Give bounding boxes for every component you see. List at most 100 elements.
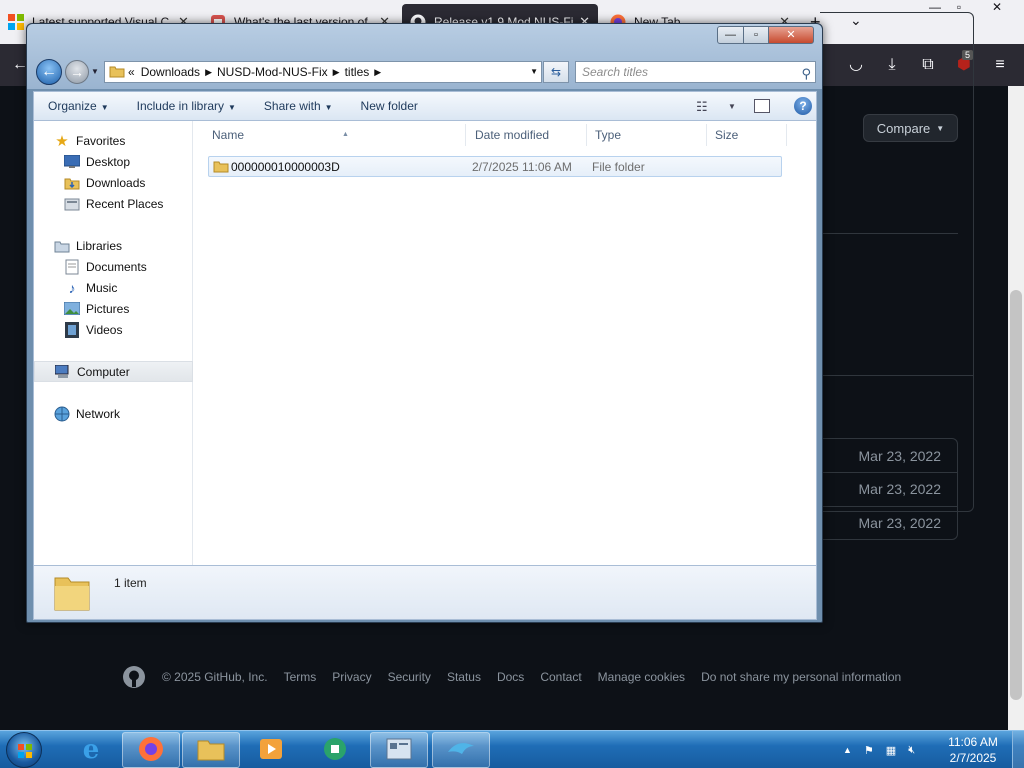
nav-desktop[interactable]: Desktop <box>34 151 193 172</box>
volume-muted-icon[interactable]: 🔇︎ <box>908 744 915 757</box>
back-button[interactable]: ← <box>36 59 62 85</box>
nav-network[interactable]: Network <box>34 403 193 424</box>
close-icon[interactable]: ✕ <box>982 0 1012 18</box>
search-input[interactable]: Search titles ⚲ <box>575 61 816 83</box>
address-overflow[interactable]: « <box>128 65 135 79</box>
column-header-name[interactable]: Name ▲ <box>204 124 466 146</box>
dolphin-taskbar-button[interactable] <box>432 732 490 768</box>
explorer-minimize-button[interactable]: — <box>717 26 744 44</box>
breadcrumb-arrow-icon[interactable]: ▶ <box>374 67 381 78</box>
footer-link-manage-cookies[interactable]: Manage cookies <box>598 670 685 684</box>
media-player-icon <box>258 736 284 765</box>
firefox-taskbar-button[interactable] <box>122 732 180 768</box>
help-icon[interactable]: ? <box>794 97 812 115</box>
copyright-text: © 2025 GitHub, Inc. <box>162 670 268 684</box>
chevron-down-icon: ▼ <box>936 123 945 133</box>
address-bar[interactable]: « Downloads ▶ NUSD-Mod-NUS-Fix ▶ titles … <box>104 61 542 83</box>
forward-button[interactable]: → <box>65 60 89 84</box>
nav-computer[interactable]: Computer <box>34 361 193 382</box>
computer-icon <box>55 364 71 380</box>
explorer-window: — ▫ ✕ ← → ▼ « Downloads ▶ NUSD-Mod-NUS-F… <box>26 23 823 623</box>
nav-recent-places[interactable]: Recent Places <box>34 193 193 214</box>
nav-label: Desktop <box>86 154 131 169</box>
address-history-dropdown-icon[interactable]: ▼ <box>530 67 538 76</box>
app-window-icon <box>385 737 413 764</box>
explorer-body: ★ Favorites Desktop Downloads Recent Pla… <box>33 121 817 565</box>
recent-locations-dropdown-icon[interactable]: ▼ <box>91 67 99 76</box>
nav-label: Downloads <box>86 175 146 190</box>
github-mark-icon[interactable] <box>122 665 146 689</box>
footer-link-contact[interactable]: Contact <box>540 670 581 684</box>
nav-music[interactable]: ♪ Music <box>34 277 193 298</box>
share-with-label: Share with <box>263 99 321 113</box>
system-clock[interactable]: 11:06 AM 2/7/2025 <box>940 734 1006 766</box>
preview-pane-icon[interactable] <box>754 99 770 113</box>
system-tray: ▲ ⚑ ▦ 🔇︎ <box>843 731 915 768</box>
downloads-folder-icon <box>64 175 80 191</box>
nav-label: Libraries <box>76 238 123 253</box>
recent-places-icon <box>64 196 80 212</box>
change-view-icon[interactable]: ☷ <box>696 99 708 115</box>
breadcrumb-titles[interactable]: titles <box>345 65 370 79</box>
search-icon[interactable]: ⚲ <box>801 64 811 84</box>
column-header-type[interactable]: Type <box>587 124 707 146</box>
organize-button[interactable]: Organize ▼ <box>34 99 123 113</box>
include-in-library-button[interactable]: Include in library ▼ <box>123 99 250 113</box>
column-header-date-modified[interactable]: Date modified <box>467 124 587 146</box>
more-views-dropdown-icon[interactable]: ▼ <box>728 102 736 111</box>
footer-link-do-not-share[interactable]: Do not share my personal information <box>701 670 901 684</box>
footer-link-terms[interactable]: Terms <box>284 670 317 684</box>
show-hidden-icons-icon[interactable]: ▲ <box>843 745 852 755</box>
windows-explorer-taskbar-button[interactable] <box>182 732 240 768</box>
nav-documents[interactable]: Documents <box>34 256 193 277</box>
nav-libraries[interactable]: Libraries <box>34 235 193 256</box>
column-header-size[interactable]: Size <box>707 124 787 146</box>
explorer-close-button[interactable]: ✕ <box>768 26 814 44</box>
nav-label: Music <box>86 280 118 295</box>
nav-label: Recent Places <box>86 196 164 211</box>
asset-date: Mar 23, 2022 <box>858 481 942 497</box>
breadcrumb-arrow-icon[interactable]: ▶ <box>333 67 340 78</box>
start-button[interactable] <box>6 732 42 768</box>
nav-label: Computer <box>77 364 130 379</box>
internet-explorer-icon: e <box>82 735 100 765</box>
compare-button[interactable]: Compare ▼ <box>863 114 958 142</box>
nav-favorites[interactable]: ★ Favorites <box>34 130 193 151</box>
file-row[interactable]: 000000010000003D 2/7/2025 11:06 AM File … <box>208 156 782 177</box>
file-name: 000000010000003D <box>231 159 340 174</box>
nusd-taskbar-button[interactable] <box>370 732 428 768</box>
breadcrumb-arrow-icon[interactable]: ▶ <box>205 67 212 78</box>
compare-label: Compare <box>876 120 931 136</box>
footer-link-status[interactable]: Status <box>447 670 481 684</box>
app-taskbar-button[interactable] <box>306 732 364 768</box>
refresh-button[interactable]: ⇆ <box>543 61 569 83</box>
organize-label: Organize <box>48 99 97 113</box>
menu-hamburger-icon[interactable]: ≡ <box>990 55 1010 75</box>
microsoft-logo-icon <box>8 14 24 30</box>
release-card <box>820 12 974 512</box>
chevron-down-icon: ▼ <box>228 103 236 112</box>
nav-pictures[interactable]: Pictures <box>34 298 193 319</box>
footer-link-security[interactable]: Security <box>388 670 431 684</box>
internet-explorer-taskbar-button[interactable]: e <box>62 732 120 768</box>
breadcrumb-downloads[interactable]: Downloads <box>141 65 200 79</box>
explorer-maximize-button[interactable]: ▫ <box>743 26 769 44</box>
folder-icon <box>197 737 225 764</box>
new-folder-button[interactable]: New folder <box>347 99 432 113</box>
footer-link-docs[interactable]: Docs <box>497 670 524 684</box>
media-player-taskbar-button[interactable] <box>242 732 300 768</box>
nav-downloads[interactable]: Downloads <box>34 172 193 193</box>
nav-videos[interactable]: Videos <box>34 319 193 340</box>
navigation-pane: ★ Favorites Desktop Downloads Recent Pla… <box>34 121 193 565</box>
action-center-flag-icon[interactable]: ⚑ <box>864 744 874 757</box>
show-desktop-button[interactable] <box>1012 731 1024 768</box>
github-footer: © 2025 GitHub, Inc. Terms Privacy Securi… <box>122 664 901 690</box>
page-scrollbar-thumb[interactable] <box>1010 290 1022 700</box>
footer-link-privacy[interactable]: Privacy <box>332 670 371 684</box>
breadcrumb-nusd-mod[interactable]: NUSD-Mod-NUS-Fix <box>217 65 328 79</box>
item-count: 1 item <box>114 576 147 590</box>
network-icon[interactable]: ▦ <box>886 744 896 757</box>
network-globe-icon <box>54 406 70 422</box>
share-with-button[interactable]: Share with ▼ <box>250 99 347 113</box>
film-icon <box>64 321 80 338</box>
